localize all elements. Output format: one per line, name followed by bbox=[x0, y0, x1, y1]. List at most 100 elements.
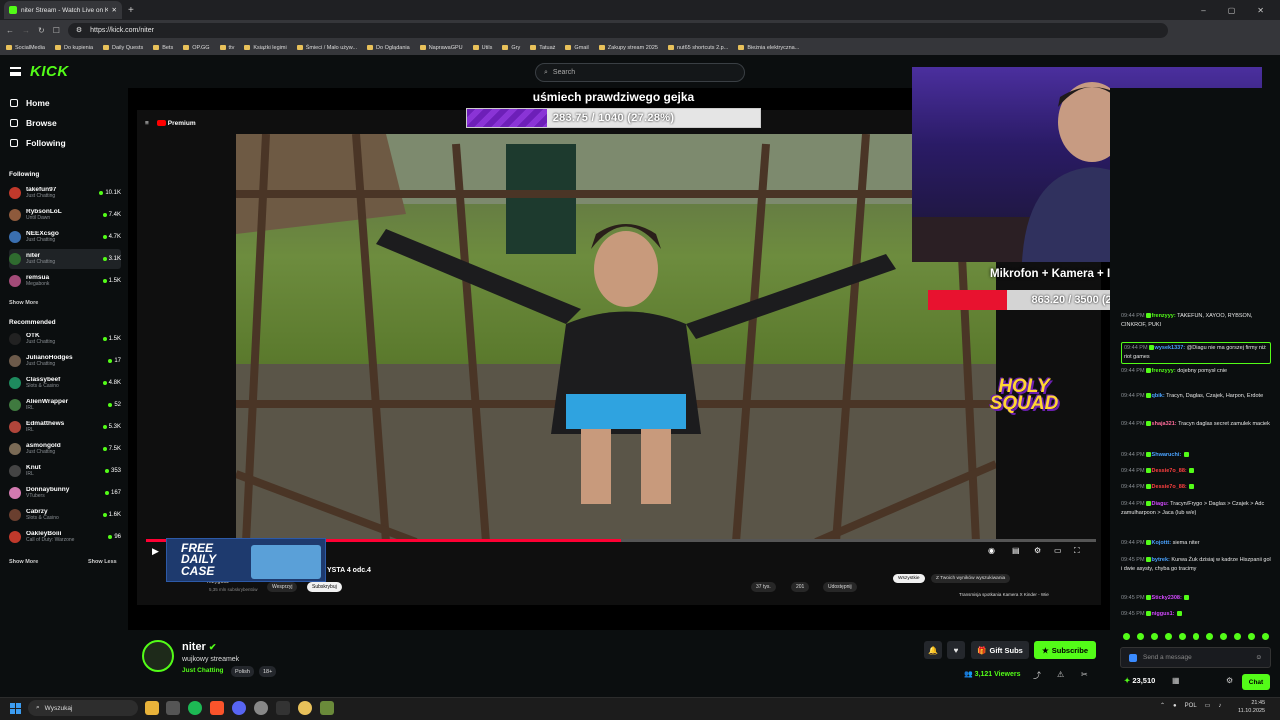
obs-icon[interactable] bbox=[276, 701, 290, 715]
channel-points[interactable]: ✦ 23,510 bbox=[1124, 676, 1155, 685]
tag-age[interactable]: 18+ bbox=[259, 666, 277, 677]
keyboard-language[interactable]: POL bbox=[1185, 703, 1197, 709]
chrome-icon[interactable] bbox=[254, 701, 268, 715]
taskbar-clock[interactable]: 21:45 11.10.2025 bbox=[1238, 700, 1265, 715]
browser-tab[interactable]: niter Stream - Watch Live on Kick ✕ bbox=[4, 1, 122, 19]
bookmark-item[interactable]: nut65 shortcuts 2.p... bbox=[667, 45, 728, 51]
reload-icon[interactable]: ↻ bbox=[38, 26, 45, 35]
file-explorer-icon[interactable] bbox=[145, 701, 159, 715]
calendar-icon[interactable]: ▦ bbox=[1172, 676, 1180, 685]
quick-emote-icon[interactable] bbox=[1234, 633, 1242, 640]
sidebar-channel-remsua[interactable]: remsua Megabonk 1.5K bbox=[9, 271, 121, 291]
emoji-app-icon[interactable] bbox=[298, 701, 312, 715]
discord-icon[interactable] bbox=[232, 701, 246, 715]
bookmark-item[interactable]: Gry bbox=[502, 45, 520, 51]
likes-button[interactable]: 37 tys. bbox=[751, 582, 776, 592]
new-tab-icon[interactable]: + bbox=[128, 5, 134, 16]
sidebar-channel-knut[interactable]: Knut IRL 353 bbox=[9, 461, 121, 481]
nav-following[interactable]: Following bbox=[10, 138, 66, 148]
back-icon[interactable]: ← bbox=[6, 26, 14, 35]
tray-app-icon[interactable]: ● bbox=[1173, 703, 1177, 709]
quick-emote-icon[interactable] bbox=[1192, 633, 1200, 640]
maximize-icon[interactable]: ▢ bbox=[1228, 6, 1236, 15]
quick-emote-icon[interactable] bbox=[1136, 633, 1144, 640]
bookmark-item[interactable]: Tatuaż bbox=[530, 45, 555, 51]
sidebar-channel-edmatthews[interactable]: Edmatthews IRL 5.3K bbox=[9, 417, 121, 437]
fullscreen-icon[interactable]: ⛶ bbox=[1074, 546, 1080, 556]
quick-emote-icon[interactable] bbox=[1248, 633, 1256, 640]
nav-home[interactable]: Home bbox=[10, 98, 50, 108]
comments-count[interactable]: 201 bbox=[791, 582, 810, 592]
follow-heart-icon[interactable]: ♥ bbox=[947, 641, 965, 659]
sidebar-channel-otk[interactable]: OTK Just Chatting 1.5K bbox=[9, 329, 121, 349]
sidebar-channel-rybsonlol[interactable]: RybsonLoL Until Dawn 7.4K bbox=[9, 205, 121, 225]
chat-username[interactable]: wysek1337: bbox=[1155, 345, 1186, 351]
related-video-title[interactable]: Transmisja spotkania Kamera X Kinder - W… bbox=[959, 592, 1049, 597]
quick-emote-icon[interactable] bbox=[1220, 633, 1228, 640]
share-button[interactable]: Udostępnij bbox=[823, 582, 857, 592]
chat-username[interactable]: frenzyyy: bbox=[1152, 313, 1176, 319]
report-icon[interactable]: ⚠ bbox=[1057, 670, 1064, 679]
youtube-menu-icon[interactable]: ≡ bbox=[145, 120, 149, 127]
bookmark-item[interactable]: Książki legimi bbox=[244, 45, 287, 51]
bookmark-item[interactable]: Zakupy stream 2025 bbox=[598, 45, 658, 51]
chat-username[interactable]: niggus1: bbox=[1152, 611, 1175, 617]
stream-category[interactable]: Just Chatting bbox=[182, 667, 224, 674]
share-icon[interactable]: ⤴ bbox=[1033, 670, 1041, 681]
window-close-icon[interactable]: ✕ bbox=[1257, 6, 1264, 15]
bookmark-item[interactable]: Do kupienia bbox=[54, 45, 93, 51]
notification-bell-icon[interactable]: 🔔 bbox=[924, 641, 942, 659]
quick-emote-icon[interactable] bbox=[1178, 633, 1186, 640]
kick-logo[interactable]: KICK bbox=[30, 63, 69, 80]
sidebar-channel-niter[interactable]: niter Just Chatting 3.1K bbox=[9, 249, 121, 269]
windows-search-input[interactable]: ⌕ Wyszukaj bbox=[28, 700, 138, 716]
chat-username[interactable]: Diagu: bbox=[1152, 501, 1169, 507]
bookmark-page-icon[interactable]: ☐ bbox=[53, 26, 60, 35]
gift-subs-button[interactable]: 🎁 Gift Subs bbox=[971, 641, 1029, 659]
bookmark-item[interactable]: Do Oglądania bbox=[367, 45, 410, 51]
quick-emote-icon[interactable] bbox=[1123, 633, 1130, 640]
spotify-icon[interactable] bbox=[188, 701, 202, 715]
bookmark-item[interactable]: Utils bbox=[472, 45, 492, 51]
bookmark-item[interactable]: Śmieci / Mało używ... bbox=[296, 45, 357, 51]
chat-username[interactable]: shaja321: bbox=[1152, 421, 1177, 427]
bookmark-item[interactable]: NaprawaGPU bbox=[419, 45, 463, 51]
send-chat-button[interactable]: Chat bbox=[1242, 674, 1270, 690]
sidebar-channel-oakleyboiii[interactable]: OakleyBoiii Call of Duty: Warzone 96 bbox=[9, 527, 121, 547]
calculator-icon[interactable] bbox=[166, 701, 180, 715]
bookmark-item[interactable]: Gmail bbox=[565, 45, 589, 51]
show-more-recommended-button[interactable]: Show More bbox=[9, 559, 38, 565]
sidebar-channel-julianohodges[interactable]: JulianoHodges Just Chatting 17 bbox=[9, 351, 121, 371]
bookmark-item[interactable]: OP.GG bbox=[183, 45, 210, 51]
chat-username[interactable]: bytrek: bbox=[1152, 557, 1170, 563]
nav-browse[interactable]: Browse bbox=[10, 118, 57, 128]
chat-username[interactable]: Dessie7o_88: bbox=[1152, 468, 1187, 474]
bookmark-item[interactable]: Daily Quests bbox=[103, 45, 143, 51]
site-info-icon[interactable]: ⚙ bbox=[76, 26, 82, 34]
sidebar-channel-classybeef[interactable]: Classybeef Slots & Casino 4.8K bbox=[9, 373, 121, 393]
network-icon[interactable]: ▭ bbox=[1205, 702, 1211, 709]
join-button[interactable]: Wesprzyj bbox=[267, 582, 298, 592]
chat-username[interactable]: Kojottt: bbox=[1152, 540, 1172, 546]
bookmark-item[interactable]: SocialMedia bbox=[6, 45, 45, 51]
bookmark-item[interactable]: Bets bbox=[153, 45, 173, 51]
sidebar-channel-cabrzy[interactable]: Cabrzy Slots & Casino 1.6K bbox=[9, 505, 121, 525]
youtube-logo[interactable]: Premium bbox=[156, 120, 196, 127]
bookmark-item[interactable]: ttv bbox=[219, 45, 234, 51]
tray-chevron-icon[interactable]: ⌃ bbox=[1160, 702, 1165, 709]
subscribe-yt-button[interactable]: Subskrybuj bbox=[307, 582, 342, 592]
sidebar-channel-alienwrapper[interactable]: AlienWrapper IRL 52 bbox=[9, 395, 121, 415]
chat-message-input[interactable]: Send a message ☺ bbox=[1120, 647, 1271, 668]
quick-emote-icon[interactable] bbox=[1262, 633, 1269, 640]
sidebar-channel-asmongold[interactable]: asmongold Just Chatting 7.5K bbox=[9, 439, 121, 459]
sidebar-channel-takefun97[interactable]: takefun97 Just Chatting 10.1K bbox=[9, 183, 121, 203]
channel-avatar[interactable] bbox=[142, 640, 174, 672]
subtitles-icon[interactable]: ▤ bbox=[1012, 546, 1020, 555]
quick-emote-icon[interactable] bbox=[1164, 633, 1172, 640]
quick-emote-icon[interactable] bbox=[1206, 633, 1214, 640]
chat-username[interactable]: Dessie7o_88: bbox=[1152, 484, 1187, 490]
tag-language[interactable]: Polish bbox=[231, 666, 254, 677]
pinned-app-icon[interactable] bbox=[320, 701, 334, 715]
chat-username[interactable]: frenzyyy: bbox=[1152, 368, 1176, 374]
filter-search-chip[interactable]: Z Twoich wyników wyszukiwania bbox=[931, 574, 1011, 583]
